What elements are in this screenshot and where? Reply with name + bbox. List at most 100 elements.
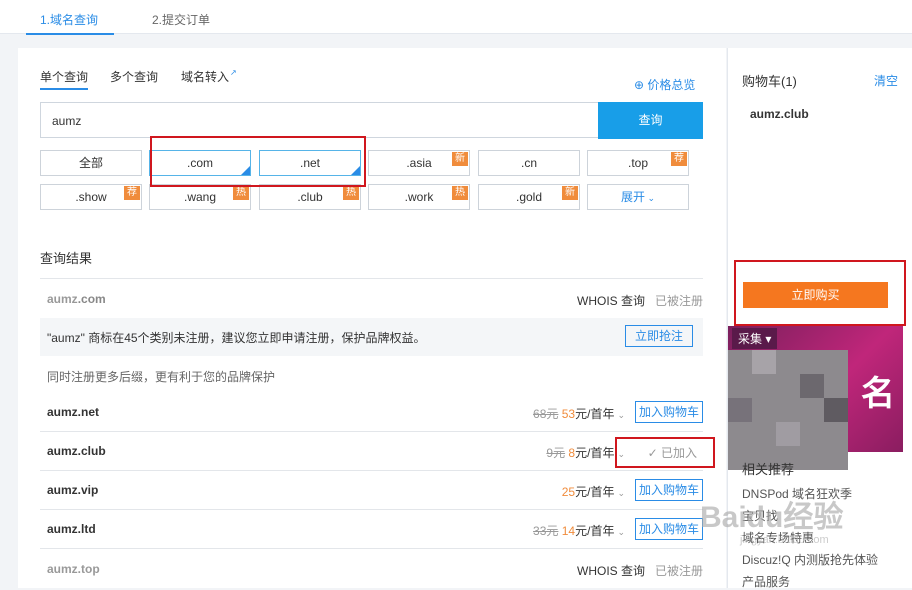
- domain-suffix: .com: [77, 292, 106, 306]
- whois-link[interactable]: WHOIS 查询: [577, 292, 645, 309]
- current-price: 53: [561, 407, 576, 421]
- tld-wang[interactable]: .wang 热: [149, 184, 251, 210]
- tab-domain-transfer-label: 域名转入: [181, 70, 230, 84]
- tld-label: .top: [627, 156, 648, 170]
- results-title: 查询结果: [40, 251, 93, 266]
- tld-label: .gold: [515, 190, 543, 204]
- domain-name: aumz.net: [47, 405, 100, 419]
- tld-expand-button[interactable]: 展开 ⌄: [587, 184, 689, 210]
- watermark: Baidu经验: [700, 501, 844, 534]
- promo-text: 名: [861, 375, 895, 413]
- new-badge: 新: [452, 152, 468, 166]
- blur-cell: [752, 350, 776, 374]
- domain-name: aumz.top: [47, 562, 100, 576]
- step-submit-order[interactable]: 2.提交订单: [152, 11, 210, 28]
- hot-badge: 热: [233, 186, 249, 200]
- result-row-top: aumz.top WHOIS 查询 已被注册: [40, 550, 703, 588]
- tab-multi-query[interactable]: 多个查询: [110, 68, 158, 85]
- blur-cell: [776, 422, 800, 446]
- price-unit: 元/首年: [575, 407, 615, 421]
- price[interactable]: 9元 8元/首年 ⌄: [546, 444, 625, 461]
- domain-name: aumz.com: [47, 292, 106, 306]
- register-now-button[interactable]: 立即抢注: [625, 325, 693, 347]
- price-overview-link[interactable]: ⊕ 价格总览: [634, 76, 695, 93]
- related-item[interactable]: Discuz!Q 内测版抢先体验: [742, 551, 878, 568]
- domain-name: aumz.club: [47, 444, 106, 458]
- add-to-cart-button[interactable]: 加入购物车: [635, 479, 703, 501]
- step-domain-query[interactable]: 1.域名查询: [25, 11, 115, 35]
- clear-cart-link[interactable]: 清空: [874, 72, 898, 89]
- price-unit: 元/首年: [575, 446, 615, 460]
- registered-status: 已被注册: [654, 294, 703, 308]
- hot-badge: 热: [452, 186, 468, 200]
- trademark-notice: "aumz" 商标在45个类别未注册，建议您立即申请注册，保护品牌权益。 立即抢…: [40, 318, 703, 356]
- chevron-down-icon: ⌄: [617, 527, 625, 537]
- chevron-down-icon: ⌄: [617, 488, 625, 498]
- highlight-box: [615, 437, 715, 468]
- result-row-vip: aumz.vip 25元/首年 ⌄ 加入购物车: [40, 471, 703, 509]
- query-panel: 单个查询 多个查询 域名转入↗ ⊕ 价格总览 aumz 查询 全部 .com .…: [18, 48, 726, 588]
- tld-label: .asia: [406, 156, 432, 170]
- domain-prefix: aumz: [47, 292, 78, 306]
- cart-item: aumz.club: [750, 107, 809, 121]
- suggest-text: 同时注册更多后缀，更有利于您的品牌保护: [47, 370, 276, 384]
- current-price: 14: [561, 524, 576, 538]
- current-price: 25: [561, 485, 576, 499]
- add-to-cart-button[interactable]: 加入购物车: [635, 518, 703, 540]
- tld-label: .wang: [183, 190, 217, 204]
- tld-label: .cn: [520, 156, 537, 170]
- blur-cell: [800, 374, 824, 398]
- tld-cn[interactable]: .cn: [478, 150, 580, 176]
- external-link-icon: ↗: [230, 68, 237, 77]
- domain-name: aumz.vip: [47, 483, 99, 497]
- recommend-badge: 荐: [671, 152, 687, 166]
- price[interactable]: 25元/首年 ⌄: [562, 483, 625, 500]
- domain-name: aumz.ltd: [47, 522, 96, 536]
- collect-tag-label: 采集: [738, 332, 763, 346]
- result-row-club: aumz.club 9元 8元/首年 ⌄ ✓ 已加入: [40, 432, 703, 470]
- blur-cell: [728, 398, 752, 422]
- price[interactable]: 68元 53元/首年 ⌄: [533, 405, 625, 422]
- related-item[interactable]: 产品服务: [742, 573, 790, 590]
- tld-all[interactable]: 全部: [40, 150, 142, 176]
- trademark-notice-text: "aumz" 商标在45个类别未注册，建议您立即申请注册，保护品牌权益。: [47, 331, 426, 345]
- tld-work[interactable]: .work 热: [368, 184, 470, 210]
- cart-title: 购物车(1): [742, 74, 797, 89]
- blurred-image: [728, 350, 848, 470]
- divider: [40, 548, 703, 549]
- highlight-box: [734, 260, 906, 326]
- tld-asia[interactable]: .asia 新: [368, 150, 470, 176]
- tab-domain-transfer[interactable]: 域名转入↗: [181, 68, 237, 85]
- add-to-cart-button[interactable]: 加入购物车: [635, 401, 703, 423]
- currency-circle-icon: ⊕: [634, 78, 648, 92]
- tab-single-query[interactable]: 单个查询: [40, 68, 89, 90]
- tld-club[interactable]: .club 热: [259, 184, 361, 210]
- tld-label: .club: [297, 190, 323, 204]
- registered-status: 已被注册: [654, 564, 703, 578]
- tld-show[interactable]: .show 荐: [40, 184, 142, 210]
- divider: [40, 278, 703, 279]
- collect-tag[interactable]: 采集 ▾: [732, 328, 778, 349]
- highlight-box: [150, 136, 366, 187]
- new-badge: 新: [562, 186, 578, 200]
- watermark-url: jingyan.baidu.com: [740, 534, 829, 546]
- search-button[interactable]: 查询: [598, 102, 703, 139]
- price-unit: 元/首年: [575, 524, 615, 538]
- recommend-badge: 荐: [124, 186, 140, 200]
- chevron-down-icon: ⌄: [644, 193, 656, 203]
- tld-label: .work: [404, 190, 434, 204]
- step-bar: 1.域名查询 2.提交订单: [0, 0, 912, 35]
- price[interactable]: 33元 14元/首年 ⌄: [533, 522, 625, 539]
- domain-search-input[interactable]: aumz: [40, 102, 598, 138]
- tld-label: 全部: [78, 156, 103, 170]
- related-title: 相关推荐: [742, 462, 795, 477]
- tld-gold[interactable]: .gold 新: [478, 184, 580, 210]
- old-price: 33元: [533, 524, 559, 538]
- old-price: 9元: [546, 446, 566, 460]
- result-row-ltd: aumz.ltd 33元 14元/首年 ⌄ 加入购物车: [40, 510, 703, 548]
- tld-expand-label: 展开: [620, 190, 645, 204]
- result-row-com: aumz.com WHOIS 查询 已被注册: [40, 280, 703, 318]
- tld-label: .show: [75, 190, 107, 204]
- whois-link[interactable]: WHOIS 查询: [577, 562, 645, 579]
- tld-top[interactable]: .top 荐: [587, 150, 689, 176]
